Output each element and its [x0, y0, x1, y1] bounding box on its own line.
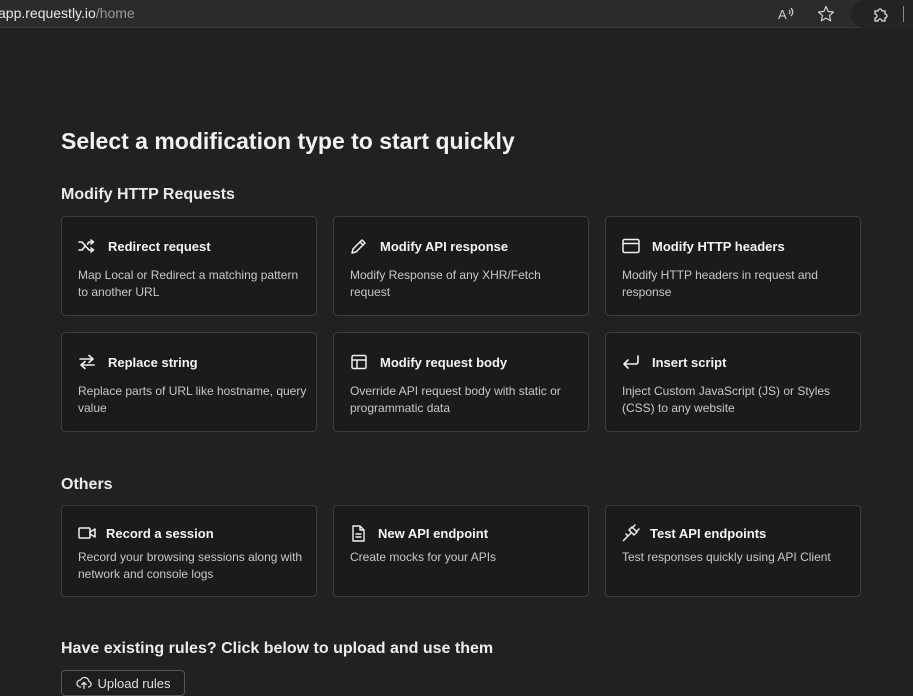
document-icon	[350, 524, 370, 542]
card-title: Replace string	[108, 354, 198, 370]
card-description: Map Local or Redirect a matching pattern…	[78, 268, 299, 299]
layout-icon	[350, 353, 370, 371]
card-title: Record a session	[106, 525, 214, 541]
url-path: /home	[95, 5, 135, 21]
card-modify-request-body[interactable]: Modify request body Override API request…	[333, 332, 589, 432]
card-test-api-endpoints[interactable]: Test API endpoints Test responses quickl…	[605, 505, 861, 597]
browser-address-bar: app.requestly.io/home A	[0, 0, 913, 28]
card-title: New API endpoint	[378, 525, 489, 541]
card-description: Modify HTTP headers in request and respo…	[622, 268, 818, 299]
section-title-http: Modify HTTP Requests	[61, 186, 235, 203]
browser-window-icon	[622, 237, 642, 255]
section-title-others: Others	[61, 476, 113, 493]
url-host: app.requestly.io	[0, 5, 96, 21]
enter-arrow-icon	[622, 353, 642, 371]
card-description: Test responses quickly using API Client	[622, 550, 831, 564]
card-insert-script[interactable]: Insert script Inject Custom JavaScript (…	[605, 332, 861, 432]
url-field[interactable]: app.requestly.io/home	[0, 5, 135, 21]
toolbar-divider	[903, 6, 904, 22]
card-description: Create mocks for your APIs	[350, 550, 497, 564]
card-description: Modify Response of any XHR/Fetch request	[350, 268, 541, 299]
card-description: Replace parts of URL like hostname, quer…	[78, 384, 307, 415]
card-title: Insert script	[652, 354, 727, 370]
upload-rules-label: Upload rules	[97, 675, 171, 691]
video-camera-icon	[78, 524, 98, 542]
card-record-session[interactable]: Record a session Record your browsing se…	[61, 505, 317, 597]
svg-text:A: A	[778, 7, 787, 22]
card-description: Record your browsing sessions along with…	[78, 550, 303, 581]
card-description: Inject Custom JavaScript (JS) or Styles …	[622, 384, 831, 415]
card-title: Modify HTTP headers	[652, 238, 785, 254]
read-aloud-icon[interactable]: A	[776, 4, 796, 24]
favorite-star-icon[interactable]	[816, 4, 836, 24]
page-title: Select a modification type to start quic…	[61, 128, 515, 154]
shuffle-icon	[78, 237, 98, 255]
card-title: Modify API response	[380, 238, 509, 254]
extensions-icon[interactable]	[870, 4, 890, 24]
upload-cloud-icon	[75, 676, 92, 690]
card-title: Modify request body	[380, 354, 508, 370]
plug-icon	[622, 524, 642, 542]
card-description: Override API request body with static or…	[350, 384, 561, 415]
card-new-api-endpoint[interactable]: New API endpoint Create mocks for your A…	[333, 505, 589, 597]
upload-rules-button[interactable]: Upload rules	[61, 670, 185, 696]
card-modify-api-response[interactable]: Modify API response Modify Response of a…	[333, 216, 589, 316]
card-redirect-request[interactable]: Redirect request Map Local or Redirect a…	[61, 216, 317, 316]
card-replace-string[interactable]: Replace string Replace parts of URL like…	[61, 332, 317, 432]
card-title: Redirect request	[108, 238, 211, 254]
swap-arrows-icon	[78, 353, 98, 371]
section-title-upload: Have existing rules? Click below to uplo…	[61, 640, 494, 657]
card-modify-http-headers[interactable]: Modify HTTP headers Modify HTTP headers …	[605, 216, 861, 316]
pencil-icon	[350, 237, 370, 255]
card-title: Test API endpoints	[650, 525, 767, 541]
